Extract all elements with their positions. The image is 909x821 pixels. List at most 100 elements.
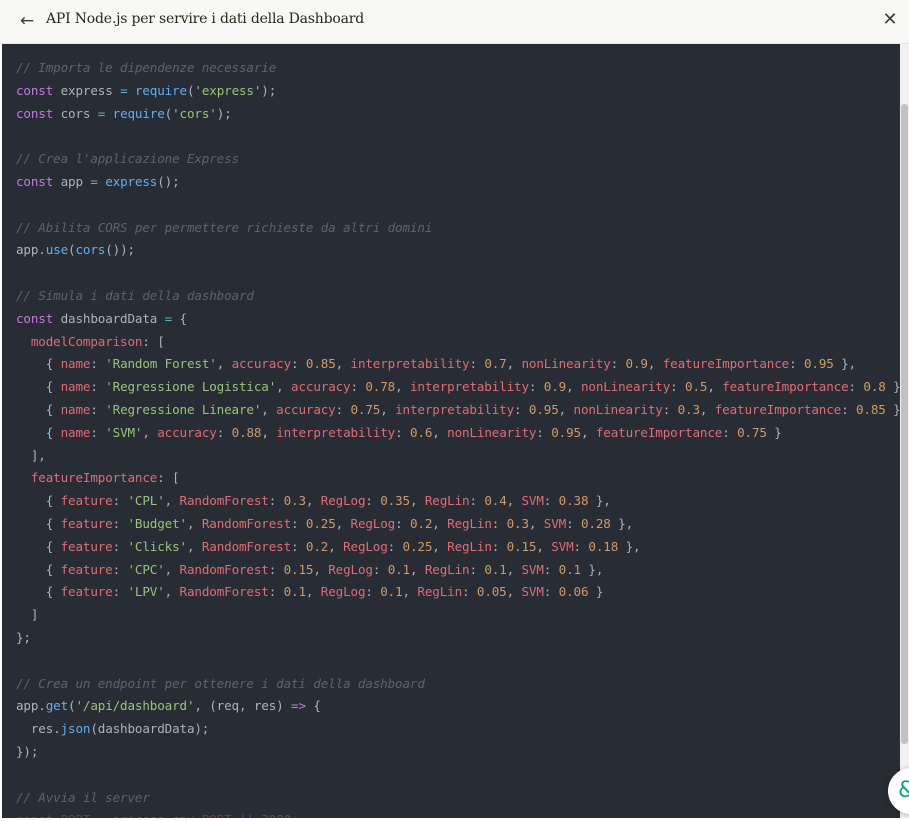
scrollbar-thumb[interactable] [901, 104, 908, 744]
close-icon[interactable]: ✕ [879, 9, 901, 31]
code-token: : [462, 584, 477, 600]
code-token: : [543, 493, 559, 509]
code-token: , [580, 424, 596, 440]
artifact-header: ← API Node.js per servire i dati della D… [0, 0, 909, 44]
code-line: // Crea un endpoint per ottenere i dati … [16, 673, 900, 696]
code-token: : [291, 356, 306, 372]
code-token: : [90, 424, 106, 440]
code-token: , [261, 401, 277, 417]
code-token: , [506, 493, 522, 509]
code-token: }, [588, 493, 611, 509]
code-token: , [276, 379, 292, 395]
code-token: feature [60, 515, 113, 531]
code-token: : [335, 401, 351, 417]
code-token: : [491, 515, 507, 531]
code-token: 0.05 [476, 584, 507, 600]
code-token: 0.28 [580, 515, 611, 531]
code-token: : [566, 515, 581, 531]
code-token: : [365, 493, 381, 509]
back-arrow-icon[interactable]: ← [16, 10, 38, 32]
code-line: }); [16, 741, 900, 764]
code-token: : [268, 493, 284, 509]
code-token: , [380, 401, 396, 417]
code-token: { [16, 584, 61, 600]
code-token: 'LPV' [127, 584, 165, 600]
code-token: , [699, 401, 715, 417]
code-token: , [142, 424, 158, 440]
code-token: : [365, 584, 381, 600]
code-token: , [261, 424, 277, 440]
code-token: , [566, 379, 581, 395]
code-token: , [164, 493, 180, 509]
code-token: : [395, 424, 410, 440]
code-token: nonLinearity [580, 379, 671, 395]
code-token: app. [16, 698, 46, 714]
code-viewer[interactable]: // Importa le dipendenze necessarie const… [2, 44, 900, 818]
scrollbar-track[interactable] [900, 44, 909, 818]
code-token: use [45, 242, 69, 258]
code-token: 0.15 [506, 538, 537, 554]
code-token: : [350, 379, 366, 395]
code-token: const [16, 82, 54, 98]
code-token: accuracy [276, 401, 336, 417]
code-token: , [402, 584, 418, 600]
code-token: res. [16, 721, 61, 737]
code-token: { [16, 379, 61, 395]
code-token: const [16, 173, 54, 189]
code-line: // Importa le dipendenze necessarie [16, 57, 900, 80]
code-token: SVM [521, 561, 544, 577]
code-token: accuracy [291, 379, 351, 395]
code-token: , [432, 424, 448, 440]
code-token: , [506, 561, 522, 577]
code-token: ; [291, 812, 299, 818]
code-token: 3000 [261, 812, 291, 818]
code-token: cors [53, 105, 98, 121]
code-token: : [ [142, 333, 165, 349]
code-line: app.use(cors()); [16, 239, 900, 262]
code-block: // Importa le dipendenze necessarie const… [16, 57, 900, 818]
code-token: 0.88 [231, 424, 262, 440]
code-token: : [543, 561, 559, 577]
code-line: res.json(dashboardData); [16, 718, 900, 741]
code-line: ], [16, 445, 900, 468]
code-token: 'Budget' [127, 515, 188, 531]
code-token: // Crea un endpoint per ottenere i dati … [16, 675, 425, 691]
code-token: 0.5 [685, 379, 708, 395]
code-token: nonLinearity [521, 356, 611, 372]
code-token: accuracy [231, 356, 292, 372]
code-token: 0.95 [803, 356, 834, 372]
code-token: accuracy [157, 424, 217, 440]
code-line: { feature: 'CPL', RandomForest: 0.3, Reg… [16, 490, 900, 513]
code-token: = [164, 310, 173, 326]
code-token: : [112, 561, 128, 577]
code-line: const app = express(); [16, 171, 900, 194]
code-line: { feature: 'Budget', RandomForest: 0.25,… [16, 513, 900, 536]
code-token: 0.25 [305, 515, 336, 531]
code-token: 0.85 [855, 401, 886, 417]
code-token: 'CPC' [127, 561, 165, 577]
code-token: }; [16, 629, 31, 645]
code-token: featureImportance [30, 470, 158, 486]
code-token: 'express' [194, 82, 262, 98]
code-token: 0.9 [625, 356, 648, 372]
code-token: { [16, 538, 61, 554]
code-token: : [536, 424, 552, 440]
code-token: { [16, 515, 61, 531]
code-token: 'CPL' [127, 493, 165, 509]
code-token: , [313, 561, 329, 577]
code-token: RegLog [320, 493, 366, 509]
code-token: : [112, 493, 128, 509]
code-token: , [432, 538, 448, 554]
code-token: feature [60, 493, 113, 509]
code-token: 0.3 [283, 493, 306, 509]
code-line: const cors = require('cors'); [16, 103, 900, 126]
code-token: : [469, 356, 485, 372]
code-token: }, [580, 561, 604, 577]
code-token: 0.75 [737, 424, 767, 440]
code-token: express [53, 82, 121, 98]
code-token: featureImportance [714, 401, 842, 417]
code-token: require [112, 105, 165, 121]
